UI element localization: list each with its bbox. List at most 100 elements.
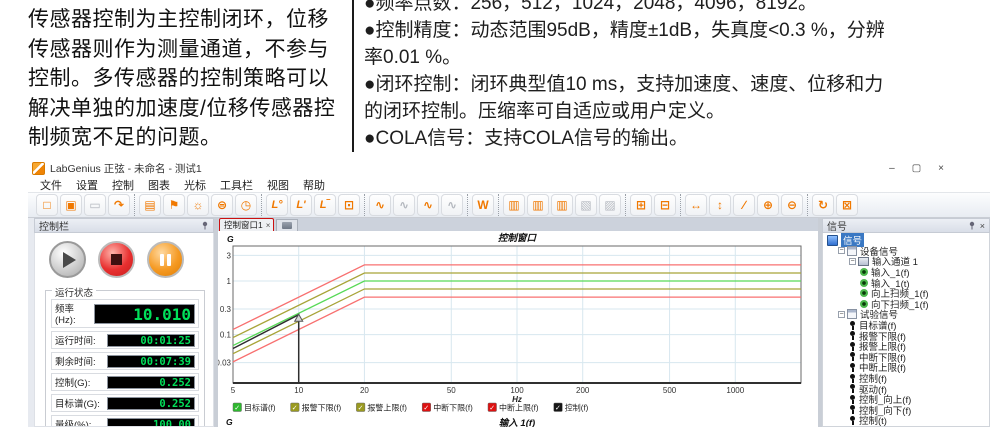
legend-label: 中断上限(f): [499, 403, 539, 413]
level-abs-icon[interactable]: L°: [266, 194, 288, 216]
spec-line: 率0.01 %。: [364, 44, 996, 71]
lcd-value: 0.252: [107, 397, 195, 410]
tab-new-chart[interactable]: [276, 219, 298, 231]
stripes-circle-icon[interactable]: ⊜: [211, 194, 233, 216]
tab-control-window[interactable]: 控制窗口1 ×: [219, 218, 274, 231]
level-minus-icon[interactable]: L‾: [314, 194, 336, 216]
stop-button[interactable]: [98, 241, 135, 278]
tree-item-控制(f)[interactable]: 控制(f): [825, 373, 989, 384]
zoom-out-icon[interactable]: ⊖: [781, 194, 803, 216]
spec-line: ●闭环控制：闭环典型值10 ms，支持加速度、速度、位移和力: [364, 71, 996, 98]
pause-button[interactable]: [147, 241, 184, 278]
status-row: 剩余时间:00:07:39: [51, 352, 199, 370]
menu-item-设置[interactable]: 设置: [69, 177, 105, 193]
legend-label: 报警上限(f): [367, 403, 407, 413]
tree-item-目标谱(f)[interactable]: 目标谱(f): [825, 320, 989, 331]
expand-icon[interactable]: ⊠: [836, 194, 858, 216]
save-icon[interactable]: ▣: [60, 194, 82, 216]
mic-node-icon: [849, 363, 856, 372]
pin-icon[interactable]: [968, 221, 976, 230]
root-node-icon: [827, 235, 838, 246]
schedule-clock-icon[interactable]: ◷: [235, 194, 257, 216]
status-row: 目标谱(G):0.252: [51, 394, 199, 412]
lcd-value: 0.252: [107, 376, 195, 389]
spec-line: ●频率点数：256，512，1024，2048，4096，8192。: [364, 0, 996, 17]
close-button[interactable]: ×: [938, 163, 944, 174]
legend-item-报警下限(f): ✓报警下限(f): [291, 403, 342, 413]
collapse-icon[interactable]: −: [849, 258, 856, 265]
pin-icon[interactable]: [201, 221, 209, 230]
check-icon: ✓: [423, 405, 429, 412]
legend-label: 中断下限(f): [433, 403, 473, 413]
wave-3-icon[interactable]: ∿: [417, 194, 439, 216]
restore-button[interactable]: ▢: [912, 163, 921, 174]
tree-item-信号[interactable]: 信号: [825, 235, 989, 246]
layout-table-icon[interactable]: ⊟: [654, 194, 676, 216]
tree-item-报警下限(f)[interactable]: 报警下限(f): [825, 330, 989, 341]
check-icon: ✓: [358, 405, 364, 412]
window-node-icon: [847, 309, 857, 319]
run-status-group: 运行状态 频率(Hz):10.010运行时间:00:01:25剩余时间:00:0…: [45, 290, 205, 427]
word-report-icon[interactable]: W: [472, 194, 494, 216]
legend-item-中断下限(f): ✓ 中断下限(f): [422, 403, 473, 413]
bars-3-icon[interactable]: ▥: [551, 194, 573, 216]
wave-4-icon: ∿: [441, 194, 463, 216]
new-file-icon[interactable]: □: [36, 194, 58, 216]
mic-node-icon: [849, 321, 856, 330]
menu-item-视图[interactable]: 视图: [260, 177, 296, 193]
wave-1-icon[interactable]: ∿: [369, 194, 391, 216]
bars-2-icon[interactable]: ▥: [527, 194, 549, 216]
spec-line: ●COLA信号：支持COLA信号的输出。: [364, 125, 996, 152]
next-chart-title: 输入 1(f): [499, 417, 535, 427]
y-tick-label: 0.3: [220, 305, 232, 314]
spec-line: 的闭环控制。压缩率可自适应或用户定义。: [364, 98, 996, 125]
signal-panel-title: 信号: [827, 218, 847, 233]
menu-item-图表[interactable]: 图表: [141, 177, 177, 193]
tree-item-报警上限(f)[interactable]: 报警上限(f): [825, 341, 989, 352]
fit-horizontal-icon[interactable]: ↔: [685, 194, 707, 216]
tree-item-控制_向下(f)[interactable]: 控制_向下(f): [825, 405, 989, 416]
window-title: LabGenius 正弦 - 未命名 - 测试1: [50, 161, 202, 176]
menu-item-文件[interactable]: 文件: [33, 177, 69, 193]
bars-1-icon[interactable]: ▥: [503, 194, 525, 216]
zoom-in-icon[interactable]: ⊕: [757, 194, 779, 216]
minimize-button[interactable]: –: [889, 163, 895, 174]
menu-item-光标[interactable]: 光标: [177, 177, 213, 193]
menu-item-工具栏[interactable]: 工具栏: [213, 177, 260, 193]
menu-item-控制[interactable]: 控制: [105, 177, 141, 193]
mic-node-icon: [849, 395, 856, 404]
status-label: 运行时间:: [55, 333, 96, 347]
panel-close-icon[interactable]: ×: [980, 221, 985, 231]
tab-close-icon[interactable]: ×: [266, 221, 271, 230]
control-bar-panel: 控制栏 运行状态 频率(Hz):10.010运行时间:00:01:25剩余时间:…: [28, 218, 214, 427]
play-icon: [63, 252, 76, 268]
intro-line: 传感器则作为测量通道，不参与: [28, 35, 352, 65]
flag-icon[interactable]: ⚑: [163, 194, 185, 216]
tree-item-中断下限(f)[interactable]: 中断下限(f): [825, 352, 989, 363]
tree-item-向下扫频_1(f)[interactable]: 向下扫频_1(f): [825, 299, 989, 310]
collapse-icon[interactable]: −: [838, 247, 845, 254]
fit-diagonal-icon[interactable]: ∕: [733, 194, 755, 216]
y-tick-label: 0.03: [218, 359, 232, 368]
run-device-icon[interactable]: ▤: [139, 194, 161, 216]
next-chart-ylabel: G: [226, 417, 233, 427]
lcd-value: 10.010: [94, 304, 195, 324]
x-tick-label: 500: [663, 386, 677, 395]
window-controls: – ▢ ×: [889, 163, 944, 174]
export-icon[interactable]: ↷: [108, 194, 130, 216]
layout-grid-icon[interactable]: ⊞: [630, 194, 652, 216]
settings-sun-icon[interactable]: ☼: [187, 194, 209, 216]
legend-item-目标谱(f): ✓目标谱(f): [233, 403, 276, 413]
level-rel-icon[interactable]: L': [290, 194, 312, 216]
fit-vertical-icon[interactable]: ↕: [709, 194, 731, 216]
menu-item-帮助[interactable]: 帮助: [296, 177, 332, 193]
refresh-icon[interactable]: ↻: [812, 194, 834, 216]
status-label: 剩余时间:: [55, 354, 96, 368]
toolbar: □▣▭↷▤⚑☼⊜◷L°L'L‾⊡∿∿∿∿W▥▥▥▧▨⊞⊟↔↕∕⊕⊖↻⊠: [28, 192, 990, 218]
copy-window-icon[interactable]: ⊡: [338, 194, 360, 216]
tree-item-中断上限(f)[interactable]: 中断上限(f): [825, 362, 989, 373]
pause-icon: [167, 254, 171, 266]
play-button[interactable]: [49, 241, 86, 278]
x-tick-label: 10: [294, 386, 303, 395]
collapse-icon[interactable]: −: [838, 311, 845, 318]
